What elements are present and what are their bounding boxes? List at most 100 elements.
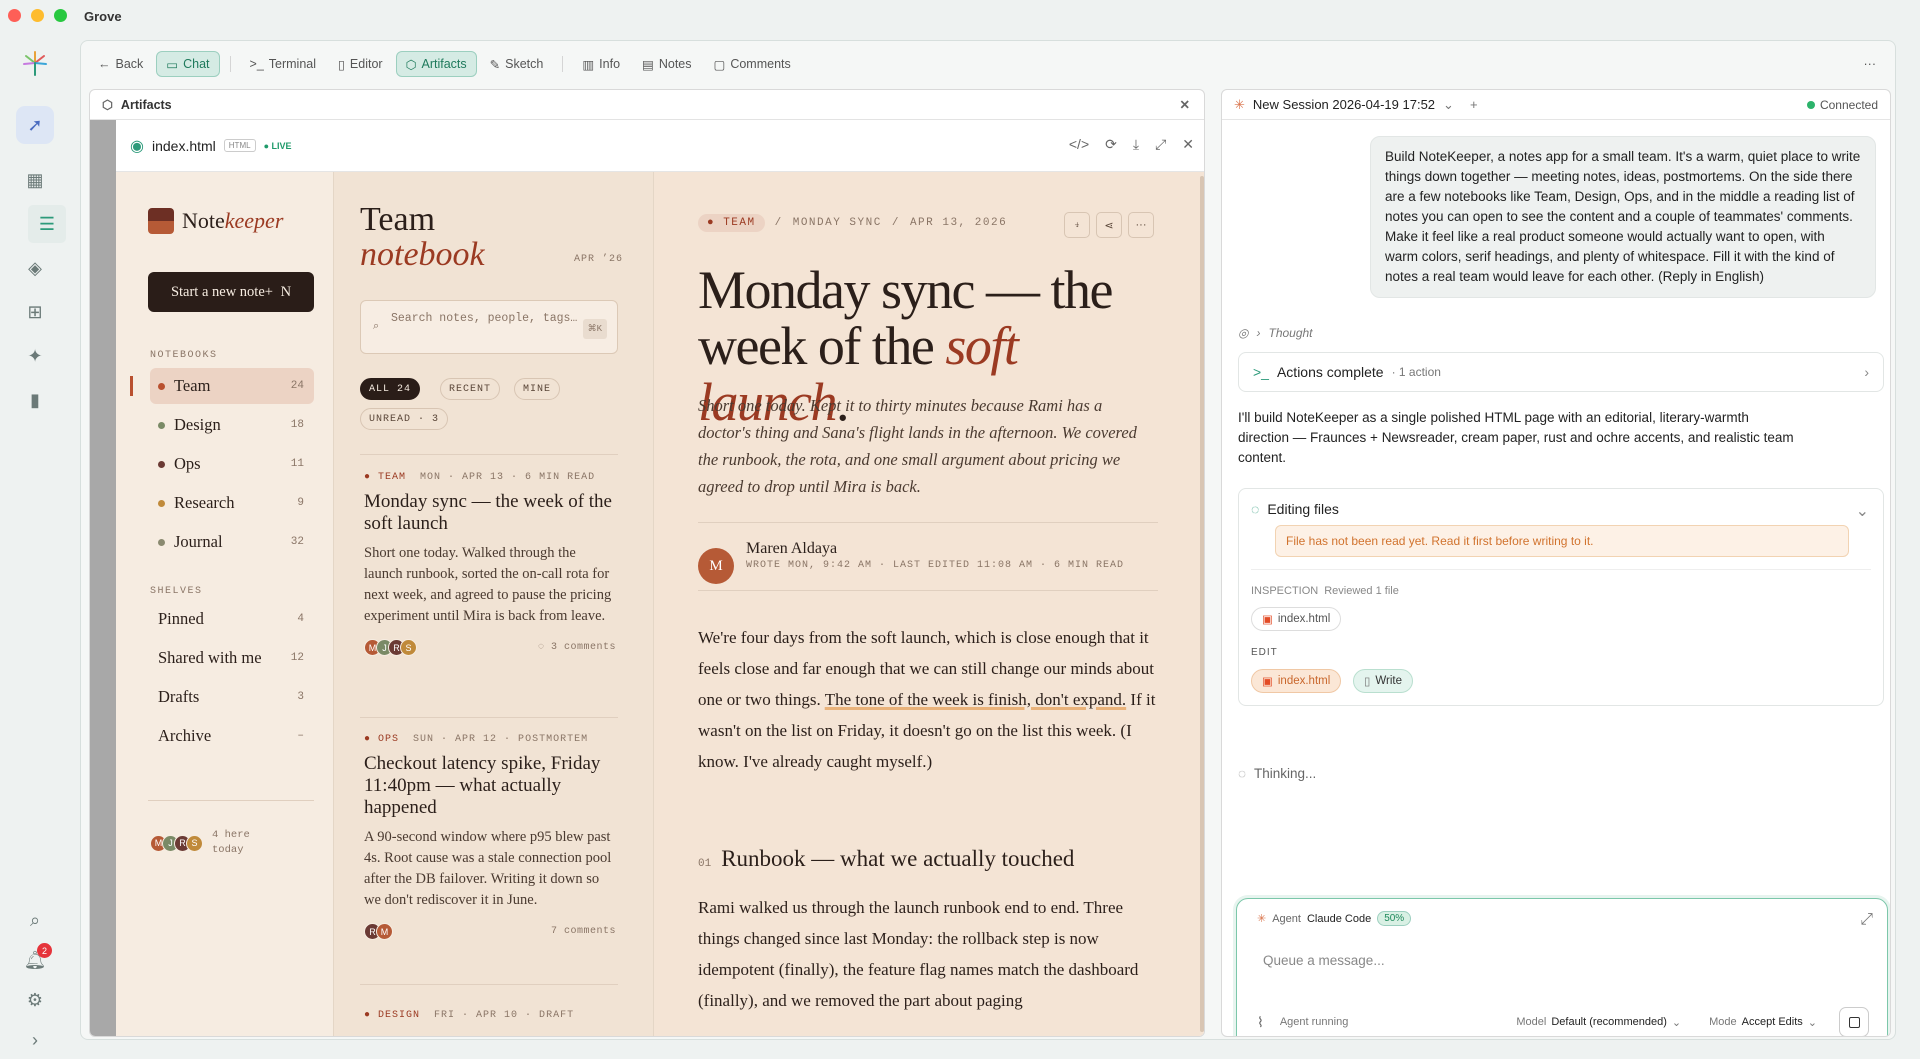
- chevron-down-icon: ⌄: [1671, 1016, 1682, 1029]
- new-note-button[interactable]: Start a new note+ N: [148, 272, 314, 312]
- rail-grid-icon[interactable]: ▦: [16, 161, 54, 199]
- artifact-filename: index.html: [151, 137, 216, 154]
- app-title: Grove: [84, 9, 122, 24]
- edit-label: EDIT: [1251, 647, 1278, 658]
- artifacts-header: ⬡ Artifacts ✕: [90, 90, 1204, 120]
- shelf-archive[interactable]: Archive –: [150, 721, 314, 751]
- rail-bell-icon[interactable]: 🔔︎ 2: [16, 941, 54, 979]
- rail-launch-icon[interactable]: ➚: [16, 106, 54, 144]
- actions-complete[interactable]: >_ Actions complete · 1 action ›: [1238, 352, 1884, 392]
- eye-icon: ◉: [130, 137, 144, 155]
- rail-chart-icon[interactable]: ▮: [16, 381, 54, 419]
- filter-recent[interactable]: RECENT: [440, 378, 501, 400]
- note-card[interactable]: ● OPS SUN · APR 12 · POSTMORTEM Checkout…: [364, 732, 616, 940]
- notebook-research[interactable]: Research 9: [150, 485, 314, 521]
- pin-icon[interactable]: ⍖: [1064, 212, 1090, 238]
- tab-terminal[interactable]: >_ Terminal: [241, 51, 326, 77]
- warning-message: File has not been read yet. Read it firs…: [1275, 525, 1849, 557]
- divider: [360, 717, 618, 718]
- shelf-shared[interactable]: Shared with me 12: [150, 643, 314, 673]
- rail-apps-icon[interactable]: ⊞: [16, 293, 54, 331]
- inspection-label: INSPECTION Reviewed 1 file: [1251, 585, 1399, 597]
- more-menu-icon[interactable]: ···: [1855, 51, 1886, 77]
- expand-icon[interactable]: ⤢: [1860, 911, 1873, 929]
- artifact-header: ◉ index.html HTML ● LIVE </> ⟳ ⤓ ⤢ ✕: [116, 120, 1204, 172]
- session-header: ✳ New Session 2026-04-19 17:52 ⌄ + Conne…: [1222, 90, 1890, 120]
- tab-sketch[interactable]: ✎ Sketch: [481, 51, 553, 77]
- divider: [698, 522, 1158, 523]
- share-icon[interactable]: ⋖: [1096, 212, 1122, 238]
- rail-sparkle-icon[interactable]: ✦: [16, 337, 54, 375]
- tab-comments[interactable]: ▢ Comments: [705, 51, 800, 77]
- attach-icon[interactable]: ⌇: [1257, 1014, 1264, 1031]
- code-icon[interactable]: </>: [1069, 136, 1089, 153]
- brain-icon: ◎: [1238, 326, 1249, 340]
- note-breadcrumb: ● TEAM / MONDAY SYNC / APR 13, 2026: [698, 214, 1007, 232]
- notebook-ops[interactable]: Ops 11: [150, 446, 314, 482]
- chart-icon: ▥: [582, 57, 595, 72]
- search-icon: ⌕: [373, 321, 380, 333]
- inspection-file[interactable]: ▣ index.html: [1251, 607, 1342, 631]
- note-reader: ● TEAM / MONDAY SYNC / APR 13, 2026 ⍖ ⋖ ···…: [654, 172, 1204, 1036]
- cube-icon: ⬡: [405, 57, 417, 72]
- refresh-icon[interactable]: ⟳: [1105, 136, 1117, 153]
- chevron-down-icon[interactable]: ⌄: [1856, 501, 1869, 521]
- notekeeper-logo: Notekeeper: [148, 208, 283, 234]
- session-title[interactable]: New Session 2026-04-19 17:52: [1253, 97, 1435, 112]
- close-icon[interactable]: ✕: [1182, 136, 1194, 153]
- chevron-down-icon: ⌄: [1807, 1016, 1817, 1029]
- tab-artifacts[interactable]: ⬡ Artifacts: [395, 51, 477, 77]
- stop-icon: [1848, 1016, 1860, 1028]
- html-file-icon: ▣: [1262, 614, 1273, 626]
- rail-settings-icon[interactable]: ⚙: [16, 981, 54, 1019]
- write-action[interactable]: ▯ Write: [1353, 669, 1413, 693]
- zoom-window-button[interactable]: [54, 9, 67, 22]
- edit-file[interactable]: ▣ index.html: [1251, 669, 1342, 693]
- message-input[interactable]: [1263, 953, 1823, 968]
- filter-unread[interactable]: UNREAD · 3: [360, 408, 449, 430]
- close-window-button[interactable]: [8, 9, 21, 22]
- add-session-icon[interactable]: +: [1470, 97, 1478, 112]
- note-paragraph: Rami walked us through the launch runboo…: [698, 898, 1139, 1010]
- section-heading: 01 Runbook — what we actually touched: [698, 846, 1075, 871]
- notebook-design[interactable]: Design 18: [150, 407, 314, 443]
- shelf-pinned[interactable]: Pinned 4: [150, 604, 314, 634]
- chevron-down-icon[interactable]: ⌄: [1443, 97, 1454, 113]
- mode-select[interactable]: Mode Accept Edits ⌄: [1701, 1012, 1825, 1033]
- rail-search-icon[interactable]: ⌕: [16, 901, 54, 939]
- close-icon[interactable]: ✕: [1180, 97, 1190, 112]
- notebook-team[interactable]: Team 24: [130, 368, 314, 404]
- tab-notes[interactable]: ▤ Notes: [633, 51, 700, 77]
- rail-layers-icon[interactable]: ◈: [16, 249, 54, 287]
- model-select[interactable]: Model Default (recommended) ⌄: [1508, 1012, 1689, 1033]
- terminal-icon: >_: [249, 57, 264, 71]
- notebook-journal[interactable]: Journal 32: [150, 524, 314, 560]
- tab-editor[interactable]: ▯ Editor: [329, 51, 392, 77]
- filter-all[interactable]: ALL 24: [360, 378, 421, 400]
- divider: [360, 984, 618, 985]
- thought-toggle[interactable]: ◎ › Thought: [1238, 326, 1313, 340]
- tab-info[interactable]: ▥ Info: [573, 51, 629, 77]
- presence-avatars: M J R S: [150, 834, 203, 852]
- search-input[interactable]: ⌕ Search notes, people, tags… ⌘K: [360, 300, 618, 354]
- expand-icon[interactable]: ⤢: [1155, 136, 1166, 153]
- tab-chat[interactable]: ▭ Chat: [156, 51, 220, 77]
- rail-expand-icon[interactable]: ›: [16, 1021, 54, 1059]
- back-button[interactable]: ← Back: [89, 51, 152, 77]
- comment-count: ◌ 3 comments: [537, 642, 616, 653]
- more-icon[interactable]: ···: [1128, 212, 1154, 238]
- app-logo-icon: [16, 44, 54, 82]
- note-card[interactable]: ● TEAM MON · APR 13 · 6 MIN READ Monday …: [364, 470, 616, 656]
- stop-button[interactable]: [1839, 1007, 1869, 1036]
- shelf-drafts[interactable]: Drafts 3: [150, 682, 314, 712]
- collapsed-gutter: [90, 120, 116, 1036]
- minimize-window-button[interactable]: [31, 9, 44, 22]
- rail-tasks-icon[interactable]: ☰: [28, 205, 66, 243]
- scrollbar[interactable]: [1200, 176, 1204, 1032]
- pencil-icon: ✎: [489, 57, 501, 72]
- filter-mine[interactable]: MINE: [514, 378, 561, 400]
- note-card[interactable]: ● DESIGN FRI · APR 10 · DRAFT: [364, 1008, 616, 1023]
- download-icon[interactable]: ⤓: [1133, 136, 1139, 153]
- agent-selector[interactable]: ✳ Agent Claude Code 50%: [1257, 911, 1412, 926]
- divider: [229, 56, 231, 72]
